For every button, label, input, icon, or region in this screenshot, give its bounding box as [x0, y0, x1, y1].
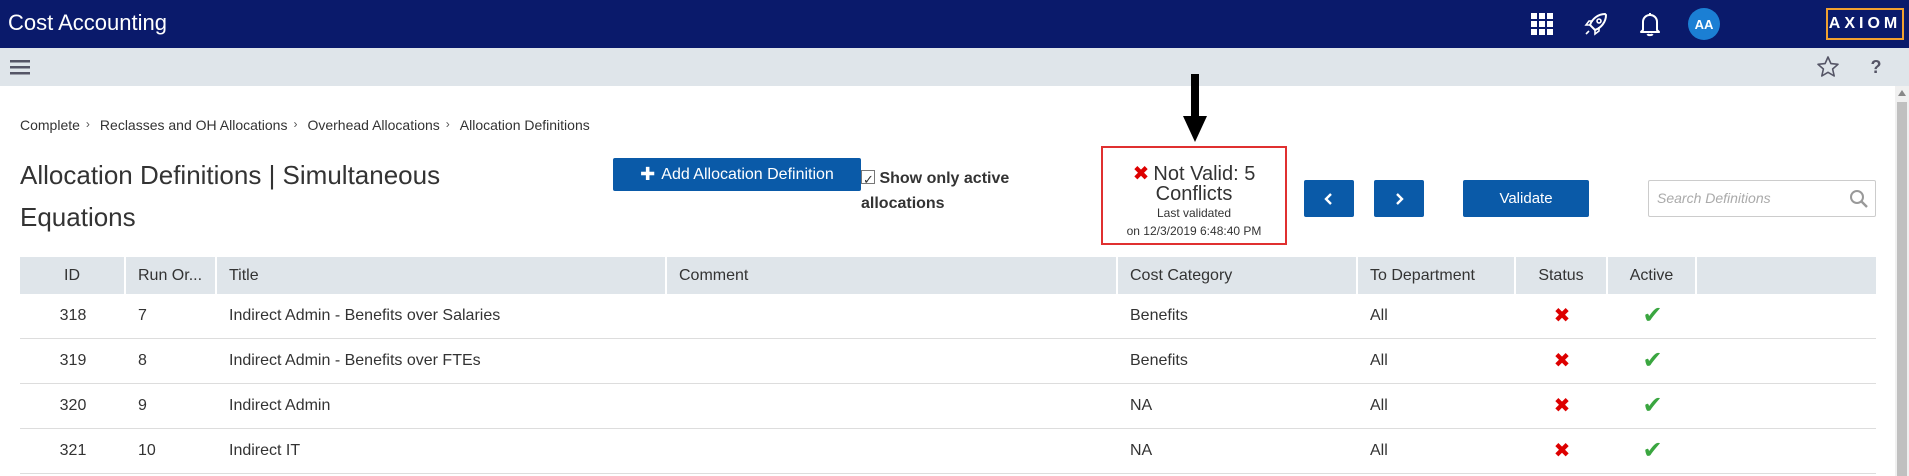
validation-status-box: ✖ Not Valid: 5 Conflicts Last validated o… — [1101, 146, 1287, 245]
cell-active: ✔ — [1608, 294, 1697, 338]
chevron-right-icon: › — [445, 117, 450, 131]
cell-cost-category: Benefits — [1130, 352, 1188, 369]
cell-active: ✔ — [1608, 429, 1697, 473]
cell-id: 321 — [59, 442, 87, 459]
checkmark-icon: ✔ — [1642, 392, 1663, 419]
table-row[interactable]: 318 7 Indirect Admin - Benefits over Sal… — [20, 294, 1876, 339]
cell-active: ✔ — [1608, 339, 1697, 383]
x-icon: ✖ — [1553, 350, 1571, 372]
x-icon: ✖ — [1553, 305, 1571, 327]
avatar[interactable]: AA — [1688, 8, 1720, 40]
breadcrumb-item-current: Allocation Definitions — [459, 117, 590, 133]
arrow-down-icon — [1183, 74, 1207, 146]
active-only-toggle[interactable]: Show only active allocations — [861, 166, 1041, 216]
scroll-thumb[interactable] — [1897, 102, 1907, 476]
table-header: ID Run Or... Title Comment Cost Category… — [20, 257, 1876, 294]
cell-status: ✖ — [1516, 384, 1608, 428]
cell-cost-category: NA — [1130, 397, 1153, 414]
cell-status: ✖ — [1516, 429, 1608, 473]
top-bar: Cost Accounting AA AXIOM — [0, 0, 1909, 48]
breadcrumb-item-reclasses[interactable]: Reclasses and OH Allocations — [100, 117, 288, 133]
bell-icon[interactable] — [1634, 8, 1666, 40]
last-validated-timestamp: on 12/3/2019 6:48:40 PM — [1126, 224, 1262, 238]
cell-title: Indirect IT — [229, 442, 301, 459]
cell-id: 319 — [59, 352, 87, 369]
column-header-active[interactable]: Active — [1608, 257, 1697, 294]
cell-active: ✔ — [1608, 384, 1697, 428]
menu-icon[interactable] — [10, 57, 30, 77]
search-input[interactable] — [1657, 190, 1847, 206]
page-title: Allocation Definitions | Simultaneous Eq… — [20, 160, 441, 232]
cell-cost-category: NA — [1130, 442, 1153, 459]
allocation-definitions-table: ID Run Or... Title Comment Cost Category… — [20, 257, 1876, 474]
chevron-right-icon: › — [85, 117, 90, 131]
active-only-label: Show only active allocations — [861, 170, 1010, 212]
help-icon[interactable]: ? — [1864, 55, 1888, 79]
table-row[interactable]: 320 9 Indirect Admin NA All ✖ ✔ — [20, 384, 1876, 429]
cell-comment — [667, 294, 1118, 338]
cell-to-department: All — [1370, 352, 1388, 369]
x-icon: ✖ — [1553, 440, 1571, 462]
grid-icon[interactable] — [1526, 8, 1558, 40]
cell-id: 318 — [59, 307, 87, 324]
validation-status: Not Valid: 5 Conflicts — [1153, 163, 1256, 205]
cell-to-department: All — [1370, 397, 1388, 414]
column-header-cost-category[interactable]: Cost Category — [1118, 257, 1358, 294]
cell-run-order: 10 — [138, 442, 156, 459]
checkmark-icon: ✔ — [1642, 347, 1663, 374]
search-icon[interactable] — [1849, 189, 1869, 209]
column-header-filler — [1697, 257, 1876, 294]
cell-status: ✖ — [1516, 339, 1608, 383]
cell-status: ✖ — [1516, 294, 1608, 338]
rocket-icon[interactable] — [1580, 8, 1612, 40]
last-validated-label: Last validated — [1156, 206, 1232, 220]
column-header-to-department[interactable]: To Department — [1358, 257, 1516, 294]
previous-conflict-button[interactable] — [1304, 180, 1354, 217]
cell-comment — [667, 339, 1118, 383]
column-header-status[interactable]: Status — [1516, 257, 1608, 294]
column-header-title[interactable]: Title — [217, 257, 667, 294]
column-header-id[interactable]: ID — [20, 257, 126, 294]
active-only-checkbox[interactable] — [861, 167, 875, 192]
x-icon: ✖ — [1553, 395, 1571, 417]
column-header-run-order[interactable]: Run Or... — [126, 257, 217, 294]
chevron-right-icon — [1396, 192, 1404, 205]
checkmark-icon: ✔ — [1642, 437, 1663, 464]
cell-run-order: 7 — [138, 307, 147, 324]
cell-to-department: All — [1370, 307, 1388, 324]
add-button-label: Add Allocation Definition — [661, 165, 834, 183]
table-row[interactable]: 321 10 Indirect IT NA All ✖ ✔ — [20, 429, 1876, 474]
chevron-right-icon: › — [293, 117, 298, 131]
cell-title: Indirect Admin — [229, 397, 331, 414]
star-icon[interactable] — [1816, 55, 1840, 79]
cell-id: 320 — [59, 397, 87, 414]
cell-title: Indirect Admin - Benefits over FTEs — [229, 352, 481, 369]
breadcrumb-item-complete[interactable]: Complete — [20, 117, 80, 133]
validate-button[interactable]: Validate — [1463, 180, 1589, 217]
brand-logo: AXIOM — [1826, 8, 1904, 40]
breadcrumb: Complete › Reclasses and OH Allocations … — [20, 117, 596, 133]
app-title: Cost Accounting — [8, 10, 167, 35]
sub-toolbar: ? — [0, 48, 1909, 86]
x-icon: ✖ — [1132, 163, 1150, 185]
search-box — [1648, 180, 1876, 217]
breadcrumb-item-overhead-allocations[interactable]: Overhead Allocations — [307, 117, 439, 133]
table-row[interactable]: 319 8 Indirect Admin - Benefits over FTE… — [20, 339, 1876, 384]
cell-comment — [667, 384, 1118, 428]
plus-icon: ✚ — [640, 164, 656, 184]
cell-cost-category: Benefits — [1130, 307, 1188, 324]
checkmark-icon: ✔ — [1642, 302, 1663, 329]
cell-to-department: All — [1370, 442, 1388, 459]
scroll-up-icon[interactable] — [1898, 90, 1906, 96]
vertical-scrollbar[interactable] — [1895, 86, 1909, 476]
next-conflict-button[interactable] — [1374, 180, 1424, 217]
cell-title: Indirect Admin - Benefits over Salaries — [229, 307, 501, 324]
add-allocation-definition-button[interactable]: ✚ Add Allocation Definition — [613, 158, 861, 191]
cell-comment — [667, 429, 1118, 473]
cell-run-order: 9 — [138, 397, 147, 414]
cell-run-order: 8 — [138, 352, 147, 369]
chevron-left-icon — [1324, 192, 1332, 205]
column-header-comment[interactable]: Comment — [667, 257, 1118, 294]
